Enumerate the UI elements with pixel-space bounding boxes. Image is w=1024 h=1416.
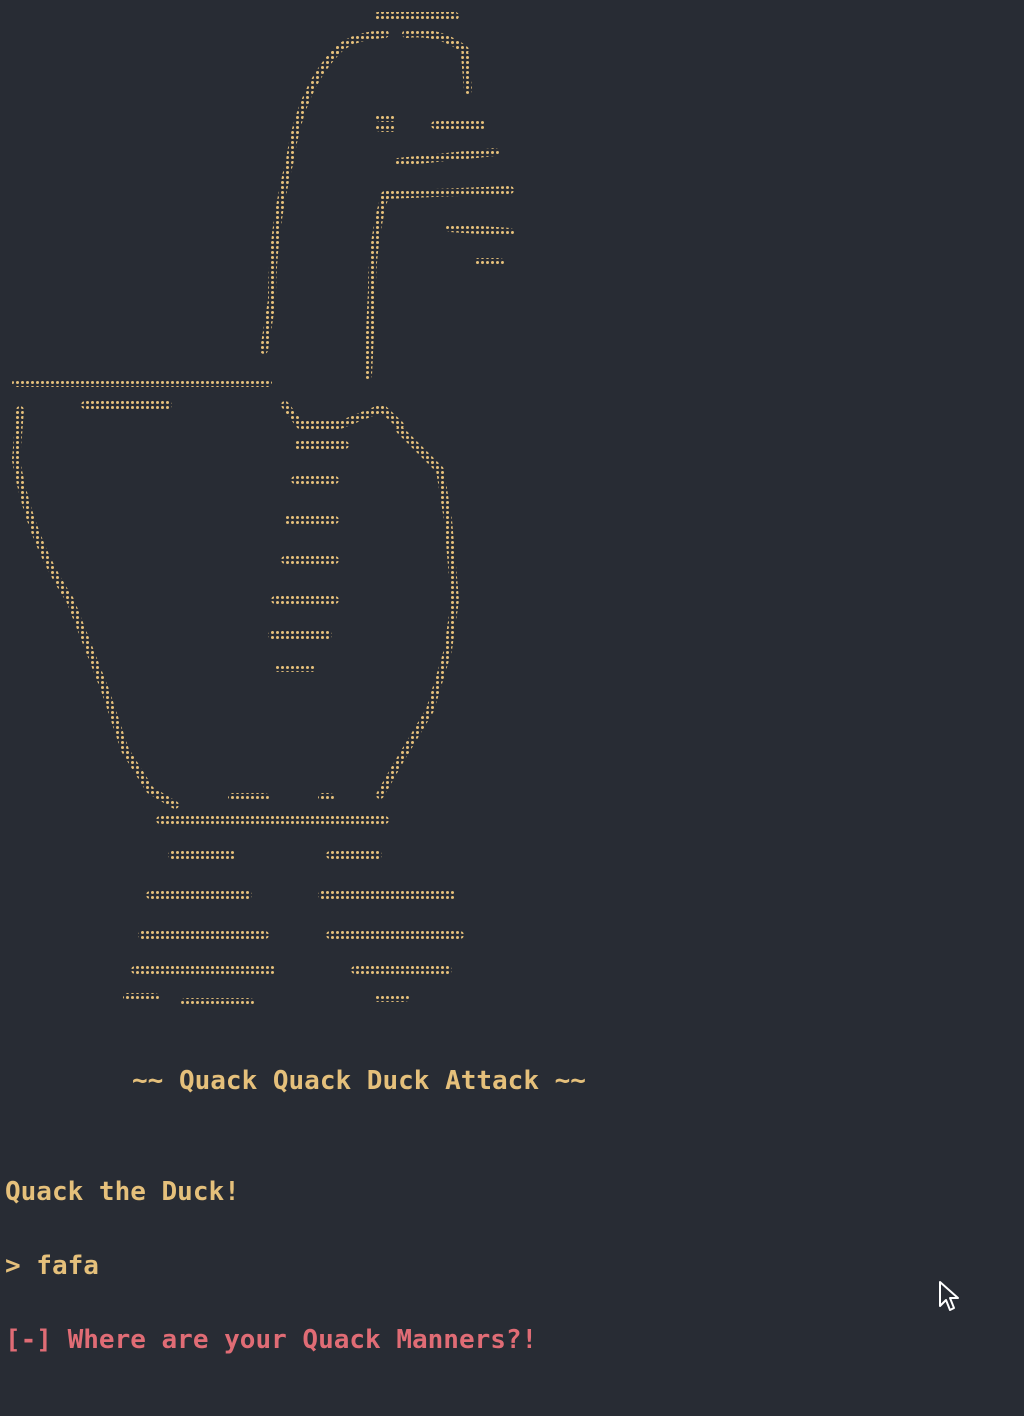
banner-title: ~~ Quack Quack Duck Attack ~~ xyxy=(132,1066,586,1096)
terminal-window[interactable]: ~~ Quack Quack Duck Attack ~~ Quack the … xyxy=(0,0,1024,1416)
duck-beak xyxy=(381,121,514,266)
duck-neck-front xyxy=(364,51,472,379)
duck-belly xyxy=(156,793,389,824)
duck-leg-left xyxy=(123,851,276,1006)
error-message: [-] Where are your Quack Manners?! xyxy=(5,1325,538,1355)
duck-chest xyxy=(281,401,404,429)
duck-leg-right xyxy=(318,851,464,1002)
duck-body-right xyxy=(376,426,459,799)
duck-body-left xyxy=(12,406,179,809)
duck-eye xyxy=(376,114,396,132)
duck-wing xyxy=(268,441,349,672)
mouse-pointer-icon xyxy=(939,1281,959,1311)
prompt-text: Quack the Duck! xyxy=(5,1177,240,1207)
duck-ascii-art xyxy=(12,12,514,1006)
duck-neck-back xyxy=(260,48,340,354)
input-line[interactable]: > fafa xyxy=(5,1251,99,1281)
duck-back xyxy=(12,379,272,409)
